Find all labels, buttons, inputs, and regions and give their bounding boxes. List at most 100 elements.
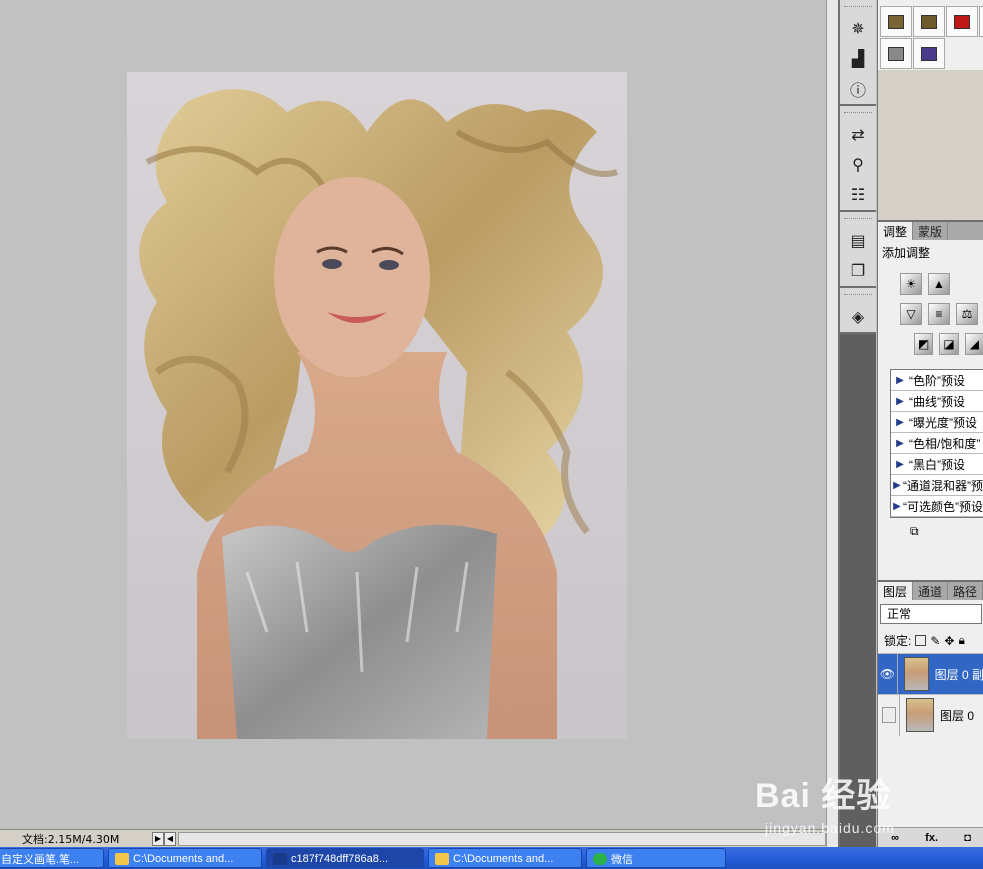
taskbar-item-label: C:\Documents and...: [133, 853, 234, 865]
document-image[interactable]: [127, 72, 627, 739]
dock-grip[interactable]: [844, 294, 872, 298]
preset-label: “曝光度”预设: [909, 415, 977, 430]
adjustments-tabs: 调整 蒙版: [878, 222, 983, 240]
document-size-text: 文档:2.15M/4.30M: [22, 832, 120, 846]
style-swatch-fill: [888, 14, 904, 29]
taskbar-item[interactable]: 微信: [586, 848, 726, 868]
folder-icon: [115, 853, 129, 865]
taskbar-item[interactable]: 自定义画笔.笔...: [0, 848, 104, 868]
styles-panel: [878, 0, 983, 70]
layer-row[interactable]: 👁︎ 图层 0 副: [878, 653, 983, 695]
style-swatch[interactable]: [913, 6, 945, 37]
tab-channels[interactable]: 通道: [913, 582, 949, 600]
layer-name[interactable]: 图层 0 副: [935, 666, 983, 683]
visibility-toggle[interactable]: [878, 694, 900, 736]
dock-grip[interactable]: [844, 6, 872, 10]
preset-label: “黑白”预设: [909, 457, 965, 472]
preset-label: “曲线”预设: [909, 394, 965, 409]
preset-exposure[interactable]: ▶ “曝光度”预设: [891, 412, 983, 433]
selective-color-icon[interactable]: ◢: [964, 333, 983, 355]
tool-presets-icon[interactable]: ☷: [840, 180, 876, 210]
levels-icon[interactable]: ▲: [928, 273, 950, 295]
clone-source-icon[interactable]: ⚲: [840, 150, 876, 180]
taskbar-item-label: C:\Documents and...: [453, 853, 554, 865]
hue-saturation-icon[interactable]: ≡: [928, 303, 950, 325]
color-balance-icon[interactable]: ⚖: [956, 303, 978, 325]
info-icon[interactable]: ⓘ: [840, 74, 876, 104]
expand-triangle-icon[interactable]: ▶: [891, 438, 909, 449]
link-layers-icon[interactable]: ∞: [891, 832, 899, 844]
lock-position-icon[interactable]: ✥: [944, 634, 954, 648]
tab-adjustments[interactable]: 调整: [878, 222, 914, 240]
adjustment-icons-row: ▽ ≡ ⚖: [900, 303, 983, 325]
expand-triangle-icon[interactable]: ▶: [891, 459, 909, 470]
lock-pixels-icon[interactable]: ✎: [930, 634, 940, 648]
taskbar-item[interactable]: C:\Documents and...: [108, 848, 262, 868]
adjustments-panel: 调整 蒙版 添加调整 ☀ ▲ ▽ ≡ ⚖ ◩ ◪ ◢ ▶ “色阶”预设 ▶ “曲线”…: [878, 220, 983, 580]
folder-icon: [435, 853, 449, 865]
layers-panel: 图层 通道 路径 正常 锁定: ✎ ✥ 🔒︎ 👁︎ 图层 0 副 图层 0 ∞ …: [878, 580, 983, 847]
gradient-map-icon[interactable]: ◪: [939, 333, 959, 355]
horizontal-scrollbar[interactable]: [178, 831, 826, 846]
layer-effects-button[interactable]: fx.: [925, 832, 938, 844]
dock-grip[interactable]: [844, 218, 872, 222]
expand-triangle-icon[interactable]: ▶: [891, 501, 903, 512]
layer-name[interactable]: 图层 0: [940, 707, 974, 724]
visibility-toggle-box: [881, 707, 896, 723]
dock-grip[interactable]: [844, 112, 872, 116]
scroll-left-arrow-icon[interactable]: ◀: [164, 831, 176, 846]
style-swatch-fill: [954, 14, 970, 29]
style-swatch[interactable]: [880, 38, 912, 69]
histogram-icon[interactable]: ▟: [840, 44, 876, 74]
brushes-icon[interactable]: ⇄: [840, 120, 876, 150]
layer-thumbnail: [906, 698, 934, 732]
preset-selective-color[interactable]: ▶ “可选颜色”预设: [891, 496, 983, 517]
brightness-icon[interactable]: ☀: [900, 273, 922, 295]
style-swatch[interactable]: [913, 38, 945, 69]
vertical-scrollbar[interactable]: [826, 0, 838, 847]
style-swatch-fill: [921, 14, 937, 29]
tab-paths[interactable]: 路径: [948, 582, 983, 600]
canvas-workspace[interactable]: [0, 0, 826, 829]
dock-group-brushes: ⇄ ⚲ ☷: [840, 106, 876, 212]
preset-channel-mixer[interactable]: ▶ “通道混和器”预: [891, 475, 983, 496]
paragraph-icon[interactable]: ❐: [840, 256, 876, 286]
layer-row[interactable]: 图层 0: [878, 694, 983, 736]
taskbar-item-label: c187f748dff786a8...: [291, 853, 389, 865]
preset-black-white[interactable]: ▶ “黑白”预设: [891, 454, 983, 475]
preset-levels[interactable]: ▶ “色阶”预设: [891, 370, 983, 391]
expand-triangle-icon[interactable]: ▶: [891, 480, 903, 491]
style-swatch[interactable]: [946, 6, 978, 37]
blend-mode-select[interactable]: 正常: [880, 604, 982, 624]
lock-transparency-icon[interactable]: [915, 635, 927, 646]
lock-all-icon[interactable]: 🔒︎: [958, 633, 964, 648]
expand-triangle-icon[interactable]: ▶: [891, 375, 909, 386]
navigator-icon[interactable]: ✵: [840, 14, 876, 44]
expand-triangle-icon[interactable]: ▶: [891, 396, 909, 407]
preset-label: “色阶”预设: [909, 373, 965, 388]
taskbar-item[interactable]: c187f748dff786a8...: [266, 848, 424, 868]
vibrance-icon[interactable]: ▽: [900, 303, 922, 325]
invert-icon[interactable]: ◩: [914, 333, 934, 355]
character-icon[interactable]: ▤: [840, 226, 876, 256]
style-swatch-fill: [888, 46, 904, 61]
wechat-icon: [593, 853, 607, 865]
expand-triangle-icon[interactable]: ▶: [891, 417, 909, 428]
visibility-eye-icon[interactable]: 👁︎: [878, 653, 898, 695]
lock-row: 锁定: ✎ ✥ 🔒︎: [878, 628, 983, 653]
dock-group-text: ▤ ❐: [840, 212, 876, 288]
taskbar-item[interactable]: C:\Documents and...: [428, 848, 582, 868]
preset-hue-saturation[interactable]: ▶ “色相/饱和度”: [891, 433, 983, 454]
adjustments-title: 添加调整: [882, 246, 931, 260]
style-swatch[interactable]: [979, 6, 983, 37]
style-swatch[interactable]: [880, 6, 912, 37]
lock-label: 锁定:: [884, 634, 912, 648]
add-mask-icon[interactable]: ◘: [964, 832, 971, 844]
expand-view-icon[interactable]: ⧉: [910, 524, 919, 538]
tab-masks[interactable]: 蒙版: [913, 222, 949, 240]
layer-comps-icon[interactable]: ◈: [840, 302, 876, 332]
preset-curves[interactable]: ▶ “曲线”预设: [891, 391, 983, 412]
status-menu-arrow-icon[interactable]: ▶: [152, 831, 164, 846]
tab-layers[interactable]: 图层: [878, 582, 914, 600]
windows-taskbar: 自定义画笔.笔... C:\Documents and... c187f748d…: [0, 847, 983, 869]
